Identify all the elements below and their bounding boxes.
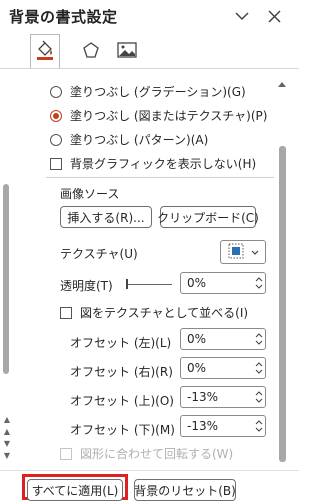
tab-effects[interactable] xyxy=(76,34,106,68)
tab-picture[interactable] xyxy=(112,34,142,68)
right-scroll-thumb[interactable] xyxy=(279,146,286,462)
texture-row: テクスチャ(U) xyxy=(60,245,138,262)
reset-background-label: 背景のリセット(B) xyxy=(134,483,236,498)
rotate-with-shape-checkbox[interactable] xyxy=(60,447,72,460)
offset-right-row: オフセット (右)(R) xyxy=(70,363,173,380)
offset-right-label: オフセット (右)(R) xyxy=(70,365,173,379)
section-divider xyxy=(46,177,274,178)
scroll-down-icon[interactable]: ▼ xyxy=(2,438,12,448)
fill-pattern-option[interactable]: 塗りつぶし (パターン)(A) xyxy=(50,131,208,148)
offset-top-value[interactable]: -13% xyxy=(181,390,253,404)
chevron-down-icon xyxy=(251,245,259,259)
fill-picture-option[interactable]: 塗りつぶし (図またはテクスチャ)(P) xyxy=(50,107,267,124)
apply-to-all-button[interactable]: すべてに適用(L) xyxy=(27,479,123,501)
hide-graphics-checkbox[interactable] xyxy=(50,157,62,170)
pentagon-icon xyxy=(82,41,100,62)
transparency-slider-thumb[interactable] xyxy=(126,279,128,289)
offset-left-label: オフセット (左)(L) xyxy=(70,336,172,350)
tile-label: 図をテクスチャとして並べる(I) xyxy=(80,306,249,320)
tile-option[interactable]: 図をテクスチャとして並べる(I) xyxy=(60,304,248,321)
transparency-row: 透明度(T) xyxy=(60,277,113,294)
hide-graphics-label: 背景グラフィックを表示しない(H) xyxy=(70,157,257,171)
apply-to-all-label: すべてに適用(L) xyxy=(31,483,119,498)
insert-picture-label: 挿入する(R)... xyxy=(67,210,145,225)
left-scrollbar[interactable]: ▲ ▲ ▼ ▼ xyxy=(0,74,14,469)
radio-picture[interactable] xyxy=(50,109,62,122)
picture-source-label: 画像ソース xyxy=(60,187,120,201)
format-tabs xyxy=(0,34,299,74)
texture-picker[interactable] xyxy=(220,240,266,264)
texture-label: テクスチャ(U) xyxy=(60,247,138,261)
transparency-slider[interactable] xyxy=(126,284,172,285)
offset-top-row: オフセット (上)(O) xyxy=(70,392,174,409)
left-scroll-thumb[interactable] xyxy=(3,184,9,374)
scroll-up-icon[interactable]: ▲ xyxy=(2,414,12,424)
rotate-with-shape-label: 図形に合わせて回転する(W) xyxy=(80,447,234,461)
scroll-up-icon[interactable]: ▲ xyxy=(2,426,12,436)
chevron-down-icon[interactable] xyxy=(232,6,252,26)
offset-bottom-spinner[interactable]: -13% xyxy=(180,415,266,437)
offset-bottom-label: オフセット (下)(M) xyxy=(70,423,175,437)
spinner-arrows-icon[interactable] xyxy=(253,273,265,293)
radio-pattern[interactable] xyxy=(50,133,62,146)
tabs-divider xyxy=(0,68,299,69)
spinner-arrows-icon[interactable] xyxy=(253,416,265,436)
offset-bottom-row: オフセット (下)(M) xyxy=(70,421,175,438)
footer-divider xyxy=(0,470,299,471)
transparency-spinner[interactable]: 0% xyxy=(180,272,266,294)
clipboard-label: クリップボード(C) xyxy=(157,210,259,225)
transparency-label: 透明度(T) xyxy=(60,279,113,293)
fill-settings-panel: 塗りつぶし (グラデーション)(G) 塗りつぶし (図またはテクスチャ)(P) … xyxy=(14,74,274,469)
fill-picture-label: 塗りつぶし (図またはテクスチャ)(P) xyxy=(70,109,268,123)
picture-icon xyxy=(117,41,137,61)
tile-checkbox[interactable] xyxy=(60,306,72,319)
texture-swatch-icon xyxy=(228,243,244,262)
spinner-arrows-icon[interactable] xyxy=(253,387,265,407)
pane-header: 背景の書式設定 xyxy=(0,0,299,34)
reset-background-button[interactable]: 背景のリセット(B) xyxy=(134,479,236,501)
transparency-value[interactable]: 0% xyxy=(181,276,253,290)
close-icon[interactable] xyxy=(264,6,284,26)
tab-fill[interactable] xyxy=(30,34,60,68)
offset-right-spinner[interactable]: 0% xyxy=(180,357,266,379)
clipboard-button[interactable]: クリップボード(C) xyxy=(157,206,259,228)
insert-picture-button[interactable]: 挿入する(R)... xyxy=(60,206,152,228)
offset-left-value[interactable]: 0% xyxy=(181,332,253,346)
fill-gradient-option[interactable]: 塗りつぶし (グラデーション)(G) xyxy=(50,83,246,100)
offset-left-spinner[interactable]: 0% xyxy=(180,328,266,350)
radio-gradient[interactable] xyxy=(50,85,62,98)
pane-title: 背景の書式設定 xyxy=(9,8,118,26)
rotate-with-shape-option[interactable]: 図形に合わせて回転する(W) xyxy=(60,445,233,462)
offset-right-value[interactable]: 0% xyxy=(181,361,253,375)
picture-source-heading: 画像ソース xyxy=(60,185,119,202)
offset-bottom-value[interactable]: -13% xyxy=(181,419,253,433)
fill-pattern-label: 塗りつぶし (パターン)(A) xyxy=(70,133,209,147)
paint-bucket-icon xyxy=(34,39,56,64)
offset-top-spinner[interactable]: -13% xyxy=(180,386,266,408)
hide-graphics-option[interactable]: 背景グラフィックを表示しない(H) xyxy=(50,155,256,172)
right-scrollbar[interactable] xyxy=(275,74,289,469)
offset-top-label: オフセット (上)(O) xyxy=(70,394,174,408)
scroll-up-icon[interactable] xyxy=(275,78,289,90)
scroll-down-icon[interactable]: ▼ xyxy=(2,450,12,460)
spinner-arrows-icon[interactable] xyxy=(253,329,265,349)
spinner-arrows-icon[interactable] xyxy=(253,358,265,378)
offset-left-row: オフセット (左)(L) xyxy=(70,334,171,351)
fill-gradient-label: 塗りつぶし (グラデーション)(G) xyxy=(70,85,246,99)
